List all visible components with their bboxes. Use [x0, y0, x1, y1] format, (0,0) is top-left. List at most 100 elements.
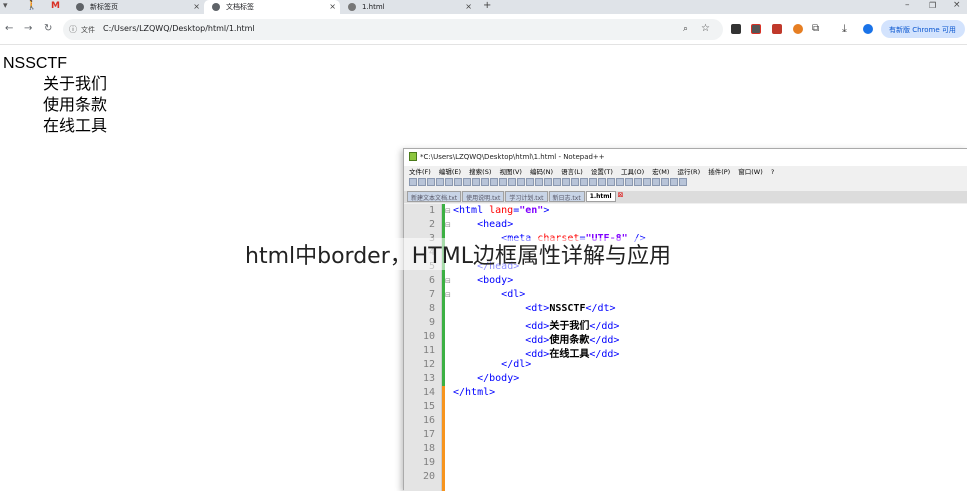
- menu-search[interactable]: 搜索(S): [469, 168, 491, 176]
- paste-icon[interactable]: [490, 178, 498, 186]
- new-file-icon[interactable]: [409, 178, 417, 186]
- folder-workspace-icon[interactable]: [625, 178, 633, 186]
- code-line: <body>: [477, 275, 514, 286]
- close-icon[interactable]: ×: [465, 2, 472, 11]
- dd-terms: 使用条款: [43, 97, 108, 114]
- gmail-icon[interactable]: M: [51, 1, 60, 11]
- open-file-icon[interactable]: [418, 178, 426, 186]
- save-all-icon[interactable]: [436, 178, 444, 186]
- play-macro-icon[interactable]: [661, 178, 669, 186]
- menu-view[interactable]: 视图(V): [499, 168, 522, 176]
- close-icon[interactable]: ⊠: [618, 191, 624, 203]
- extension-icon[interactable]: [731, 24, 741, 34]
- fold-minus-icon[interactable]: ⊟: [445, 291, 451, 299]
- menu-file[interactable]: 文件(F): [409, 168, 431, 176]
- show-all-icon[interactable]: [580, 178, 588, 186]
- record-macro-icon[interactable]: [643, 178, 651, 186]
- extension-walker-icon[interactable]: 🚶: [26, 1, 37, 11]
- new-tab-plus-icon[interactable]: +: [483, 0, 491, 11]
- profile-avatar[interactable]: [863, 24, 873, 34]
- close-icon[interactable]: ×: [329, 2, 336, 11]
- menu-plugins[interactable]: 插件(P): [708, 168, 730, 176]
- menu-help[interactable]: ?: [771, 168, 774, 176]
- save-macro-icon[interactable]: [679, 178, 687, 186]
- npp-toolbar: [409, 178, 687, 188]
- file-tab[interactable]: 新建文本文档.txt: [407, 191, 462, 202]
- bookmark-star-icon[interactable]: ☆: [701, 23, 710, 34]
- line-number: 20: [422, 471, 435, 482]
- tab-bar: ▾ 🚶 M 新标签页 × 文档标签 × 1.html × + – ❐ ×: [0, 0, 967, 14]
- run-macro-icon[interactable]: [670, 178, 678, 186]
- print-icon[interactable]: [463, 178, 471, 186]
- tab-1-html[interactable]: 1.html ×: [340, 0, 476, 14]
- line-number: 1: [428, 205, 435, 216]
- find-icon[interactable]: [517, 178, 525, 186]
- back-arrow-icon[interactable]: ←: [5, 23, 13, 34]
- lang-icon[interactable]: [598, 178, 606, 186]
- sync-h-icon[interactable]: [562, 178, 570, 186]
- code-line: <dd>在线工具</dd>: [525, 349, 620, 360]
- stop-macro-icon[interactable]: [652, 178, 660, 186]
- undo-icon[interactable]: [499, 178, 507, 186]
- menu-tools[interactable]: 工具(O): [621, 168, 644, 176]
- monitor-icon[interactable]: [634, 178, 642, 186]
- close-file-icon[interactable]: [445, 178, 453, 186]
- zoom-icon[interactable]: ⌕: [683, 24, 688, 34]
- minimize-icon[interactable]: –: [905, 0, 910, 10]
- file-tab-active[interactable]: 1.html: [585, 191, 616, 202]
- menu-window[interactable]: 窗口(W): [738, 168, 763, 176]
- zoom-in-icon[interactable]: [535, 178, 543, 186]
- fold-minus-icon[interactable]: ⊟: [445, 221, 451, 229]
- maximize-icon[interactable]: ❐: [929, 1, 936, 10]
- file-tab[interactable]: 新日志.txt: [548, 191, 585, 202]
- tab-search-icon[interactable]: ▾: [3, 1, 8, 11]
- puzzle-extensions-icon[interactable]: ⧉: [812, 23, 819, 34]
- save-icon[interactable]: [427, 178, 435, 186]
- menu-encoding[interactable]: 编码(N): [530, 168, 553, 176]
- download-icon[interactable]: ⤓: [842, 22, 847, 36]
- extension-icon[interactable]: [772, 24, 782, 34]
- redo-icon[interactable]: [508, 178, 516, 186]
- close-icon[interactable]: ×: [193, 2, 200, 11]
- close-all-icon[interactable]: [454, 178, 462, 186]
- menu-run[interactable]: 运行(R): [678, 168, 701, 176]
- menu-bar: 文件(F) 编辑(E) 搜索(S) 视图(V) 编码(N) 语言(L) 设置(T…: [404, 166, 967, 177]
- fold-minus-icon[interactable]: ⊟: [445, 277, 451, 285]
- replace-icon[interactable]: [526, 178, 534, 186]
- func-list-icon[interactable]: [616, 178, 624, 186]
- unsaved-lines-marker: [442, 386, 445, 491]
- notepad-plus-plus-window[interactable]: *C:\Users\LZQWQ\Desktop\html\1.html - No…: [403, 148, 967, 491]
- word-wrap-icon[interactable]: [571, 178, 579, 186]
- reload-icon[interactable]: ↻: [44, 23, 52, 34]
- menu-edit[interactable]: 编辑(E): [439, 168, 461, 176]
- file-tab[interactable]: 学习计划.txt: [505, 191, 548, 202]
- zoom-out-icon[interactable]: [544, 178, 552, 186]
- info-icon[interactable]: ⓘ: [69, 24, 77, 35]
- menu-settings[interactable]: 设置(T): [591, 168, 613, 176]
- menu-macro[interactable]: 宏(M): [652, 168, 669, 176]
- code-line: </dl>: [501, 359, 532, 370]
- menu-language[interactable]: 语言(L): [561, 168, 583, 176]
- url-text[interactable]: C:/Users/LZQWQ/Desktop/html/1.html: [103, 24, 255, 33]
- address-bar[interactable]: ⓘ 文件 C:/Users/LZQWQ/Desktop/html/1.html …: [63, 19, 723, 40]
- extension-icon[interactable]: [793, 24, 803, 34]
- tab-document[interactable]: 文档标签 ×: [204, 0, 340, 14]
- code-line: <html lang="en">: [453, 205, 550, 216]
- fold-minus-icon[interactable]: ⊟: [445, 207, 451, 215]
- update-chrome-button[interactable]: 有新版 Chrome 可用: [881, 20, 965, 38]
- copy-icon[interactable]: [481, 178, 489, 186]
- line-number: 8: [428, 303, 435, 314]
- doc-map-icon[interactable]: [607, 178, 615, 186]
- sync-v-icon[interactable]: [553, 178, 561, 186]
- line-number: 13: [422, 373, 435, 384]
- line-number: 6: [428, 275, 435, 286]
- window-close-icon[interactable]: ×: [953, 0, 961, 10]
- cut-icon[interactable]: [472, 178, 480, 186]
- extension-icon[interactable]: [751, 24, 761, 34]
- file-tab[interactable]: 使用说明.txt: [462, 191, 505, 202]
- indent-guide-icon[interactable]: [589, 178, 597, 186]
- tab-new-tab[interactable]: 新标签页 ×: [68, 0, 204, 14]
- forward-arrow-icon[interactable]: →: [24, 23, 32, 34]
- code-line: <dl>: [501, 289, 526, 300]
- line-number: 10: [422, 331, 435, 342]
